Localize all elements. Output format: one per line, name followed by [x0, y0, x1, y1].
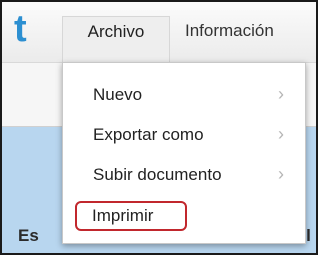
menu-item-label: Nuevo	[93, 85, 143, 104]
tab-informacion[interactable]: Información	[182, 16, 316, 62]
menu-item-exportar-como[interactable]: Exportar como ›	[63, 117, 305, 153]
menu-item-nuevo[interactable]: Nuevo ›	[63, 77, 305, 113]
content-text-fragment-left: Es	[18, 226, 39, 245]
menu-item-label: Exportar como	[93, 125, 204, 144]
menu-item-imprimir[interactable]: Imprimir	[63, 197, 305, 233]
menu-item-label: Imprimir	[92, 206, 154, 225]
menu-item-subir-documento[interactable]: Subir documento ›	[63, 157, 305, 193]
chevron-right-icon: ›	[278, 124, 284, 144]
window: t Archivo Información Es lel Nuevo › Exp…	[0, 0, 318, 255]
tab-archivo[interactable]: Archivo	[62, 16, 170, 62]
archivo-dropdown-menu: Nuevo › Exportar como › Subir documento …	[62, 62, 306, 244]
menu-item-label: Subir documento	[93, 165, 222, 184]
menu-bar: t Archivo Información	[2, 2, 316, 63]
chevron-right-icon: ›	[278, 164, 284, 184]
chevron-right-icon: ›	[278, 84, 284, 104]
app-logo[interactable]: t	[14, 4, 27, 54]
